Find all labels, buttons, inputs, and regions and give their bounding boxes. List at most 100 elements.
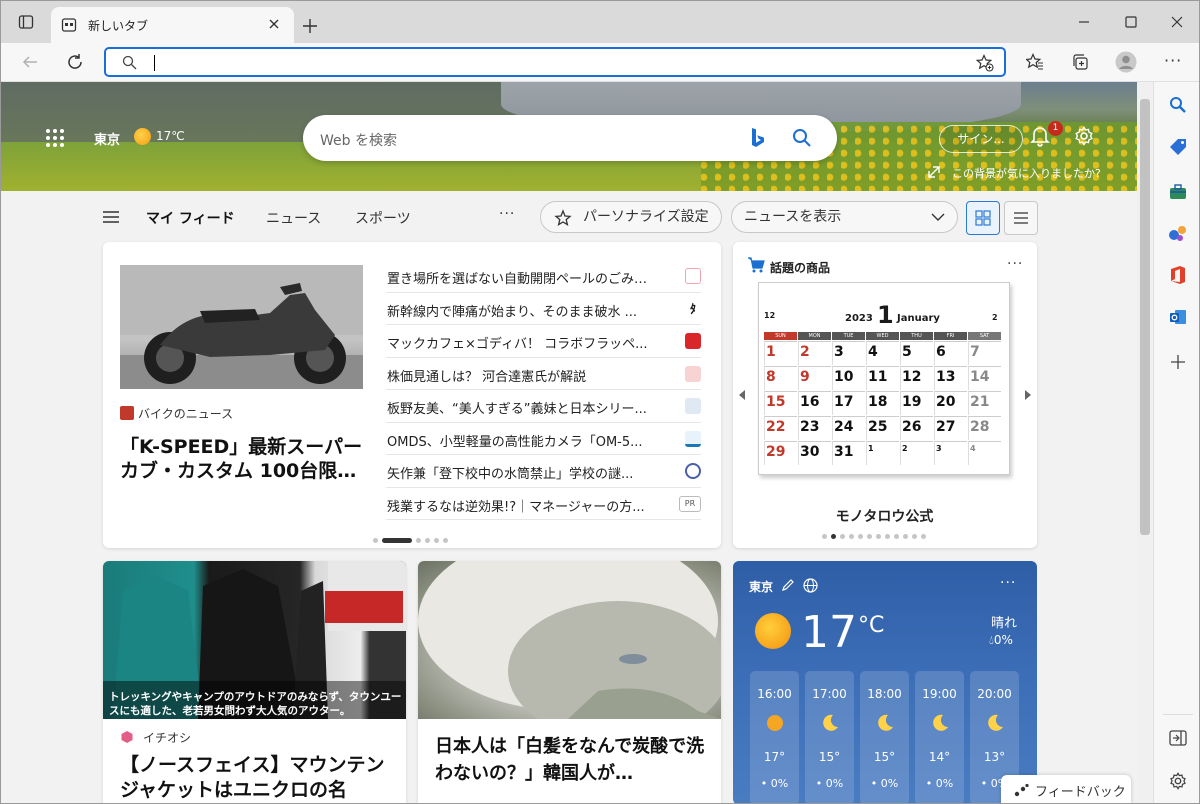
favorites-icon[interactable] (1025, 53, 1044, 71)
hero-background: 東京 17℃ Web を検索 サイン... 1 この背景が気に入りましたか? (1, 82, 1137, 191)
motorcycle-image[interactable] (120, 265, 363, 389)
news-source-logo-icon (120, 406, 134, 420)
address-bar[interactable] (104, 47, 1006, 77)
back-icon[interactable] (21, 53, 39, 71)
list-view-icon (1013, 211, 1029, 225)
new-tab-plus-icon[interactable] (302, 18, 318, 34)
lion-article-card[interactable]: 日本人は「白髪をなんで炭酸で洗わないの？」韓国人が… (418, 561, 721, 803)
list-item[interactable]: 板野友美、“美人すぎる”義妹と日本シリー... (386, 390, 701, 423)
personalize-button[interactable]: パーソナライズ設定 (540, 201, 722, 233)
carousel-prev-icon[interactable] (738, 389, 746, 401)
weather-more-icon[interactable]: ··· (1000, 575, 1016, 591)
sun-icon (134, 128, 151, 145)
refresh-icon[interactable] (66, 53, 84, 71)
sidebar-hide-icon[interactable] (1169, 730, 1187, 746)
forecast-time: 18:00 (867, 687, 902, 701)
forecast-precip: • 0% (870, 777, 899, 790)
sidebar-settings-gear-icon[interactable] (1169, 772, 1187, 790)
menu-hamburger-icon[interactable] (102, 210, 120, 224)
personalize-star-icon (554, 209, 572, 227)
collections-icon[interactable] (1071, 53, 1089, 71)
hourly-forecast-item: 18:00 15° • 0% (860, 671, 909, 803)
sidebar-outlook-icon[interactable] (1169, 308, 1187, 326)
moon-icon (820, 713, 840, 737)
carousel-next-icon[interactable] (1024, 389, 1032, 401)
web-search-box[interactable]: Web を検索 (303, 115, 837, 161)
scrollbar-thumb[interactable] (1140, 99, 1150, 535)
pr-badge: PR (679, 495, 701, 512)
weather-city: 東京 (749, 580, 774, 594)
page-settings-gear-icon[interactable] (1074, 126, 1094, 146)
browser-window: 新しいタブ ··· 東京 17℃ Web を検索 サイン... 1 この背景が気… (0, 0, 1200, 804)
top-stories-card: バイクのニュース 「K-SPEED」最新スーパーカブ・カスタム 100台限… 置… (103, 242, 721, 548)
notifications-bell-icon[interactable] (1030, 125, 1050, 147)
show-news-label: ニュースを表示 (744, 209, 842, 225)
forecast-temp: 14° (928, 750, 951, 764)
forecast-time: 20:00 (977, 687, 1012, 701)
list-item[interactable]: 置き場所を選ばない自動開閉ペールのごみ… (386, 260, 701, 293)
sidebar-add-icon[interactable] (1170, 354, 1186, 370)
minimize-icon[interactable] (1077, 15, 1091, 29)
grid-view-icon (975, 210, 991, 226)
close-tab-icon[interactable] (267, 17, 281, 31)
news-source[interactable]: バイクのニュース (120, 405, 233, 422)
hero-weather-city[interactable]: 東京 (94, 129, 120, 148)
tab-actions-icon[interactable] (18, 14, 34, 30)
list-item[interactable]: OMDS、小型軽量の高性能カメラ「OM-5... (386, 423, 701, 455)
tab-news[interactable]: ニュース (266, 208, 321, 228)
publisher-logo-icon (685, 268, 701, 284)
main-headline[interactable]: 「K-SPEED」最新スーパーカブ・カスタム 100台限… (120, 435, 370, 483)
tab-new-tab[interactable]: 新しいタブ (51, 7, 294, 43)
edit-location-pencil-icon[interactable] (781, 578, 795, 592)
nav-more-icon[interactable]: ··· (499, 206, 515, 222)
grid-view-button[interactable] (966, 201, 1000, 235)
forecast-time: 17:00 (812, 687, 847, 701)
close-window-icon[interactable] (1170, 15, 1184, 29)
sidebar-shopping-tag-icon[interactable] (1169, 138, 1187, 156)
globe-icon[interactable] (803, 578, 818, 593)
sidebar-games-icon[interactable] (1168, 224, 1188, 242)
sidebar-tools-icon[interactable] (1169, 183, 1187, 201)
list-item[interactable]: 新幹線内で陣痛が始まり、そのまま破水 ... ﾀ (386, 293, 701, 325)
profile-avatar-icon[interactable] (1115, 51, 1137, 73)
list-item[interactable]: 株価見通しは？ 河合達憲氏が解説 (386, 358, 701, 390)
hero-weather-temp[interactable]: 17℃ (156, 129, 185, 143)
publisher-logo-icon (685, 398, 701, 414)
news-source-label: バイクのニュース (138, 407, 234, 421)
product-carousel-pagination[interactable] (822, 534, 926, 539)
sidebar-search-icon[interactable] (1169, 96, 1187, 114)
moon-icon (985, 713, 1005, 737)
weather-card[interactable]: 東京 ··· 17 °C 晴れ 💧︎0% 16:00 17° • 0% 17:00 15… (733, 561, 1037, 803)
forecast-temp: 15° (873, 750, 896, 764)
forecast-temp: 13° (983, 750, 1006, 764)
calendar-product-image[interactable]: 12 2023 1 January 2 SUN MON TUE WED THU FRI SA… (758, 282, 1010, 475)
tab-my-feed[interactable]: マイ フィード (146, 208, 235, 228)
signin-button[interactable]: サイン... (939, 125, 1023, 153)
add-favorite-icon[interactable] (975, 54, 994, 72)
show-news-dropdown[interactable]: ニュースを表示 (731, 201, 958, 233)
settings-more-icon[interactable]: ··· (1164, 51, 1182, 70)
jacket-article-card[interactable]: トレッキングやキャンプのアウトドアのみならず、タウンユースにも適した、老若男女問… (103, 561, 406, 803)
card-more-icon[interactable]: ··· (1007, 256, 1023, 272)
expand-arrow-icon[interactable] (927, 165, 941, 179)
text-caret (154, 55, 155, 71)
jacket-headline: 【ノースフェイス】マウンテンジャケットはユニクロの名 (120, 754, 385, 801)
like-background-link[interactable]: この背景が気に入りましたか? (952, 165, 1101, 181)
list-item[interactable]: 残業するなは逆効果!?｜マネージャーの方... PR (386, 488, 701, 520)
apps-launcher-icon[interactable] (45, 128, 65, 148)
list-item[interactable]: マックカフェ×ゴディバ！ コラボフラッペ... (386, 325, 701, 358)
sidebar-office-icon[interactable] (1169, 265, 1187, 285)
list-view-button[interactable] (1004, 201, 1038, 235)
headline-list: 置き場所を選ばない自動開閉ペールのごみ… 新幹線内で陣痛が始まり、そのまま破水 … (386, 260, 701, 520)
calendar-weekday: TUE (832, 332, 865, 340)
carousel-pagination[interactable] (373, 538, 448, 543)
list-item[interactable]: 矢作兼「登下校中の水筒禁止」学校の謎... (386, 455, 701, 488)
feedback-icon (1014, 783, 1030, 797)
product-vendor-name[interactable]: モノタロウ公式 (733, 506, 1036, 526)
search-submit-icon[interactable] (792, 128, 812, 148)
moon-icon (875, 713, 895, 737)
bing-logo-icon[interactable] (750, 127, 766, 149)
maximize-icon[interactable] (1124, 15, 1138, 29)
tab-sports[interactable]: スポーツ (355, 208, 411, 228)
feedback-button[interactable]: フィードバック (1001, 775, 1131, 803)
